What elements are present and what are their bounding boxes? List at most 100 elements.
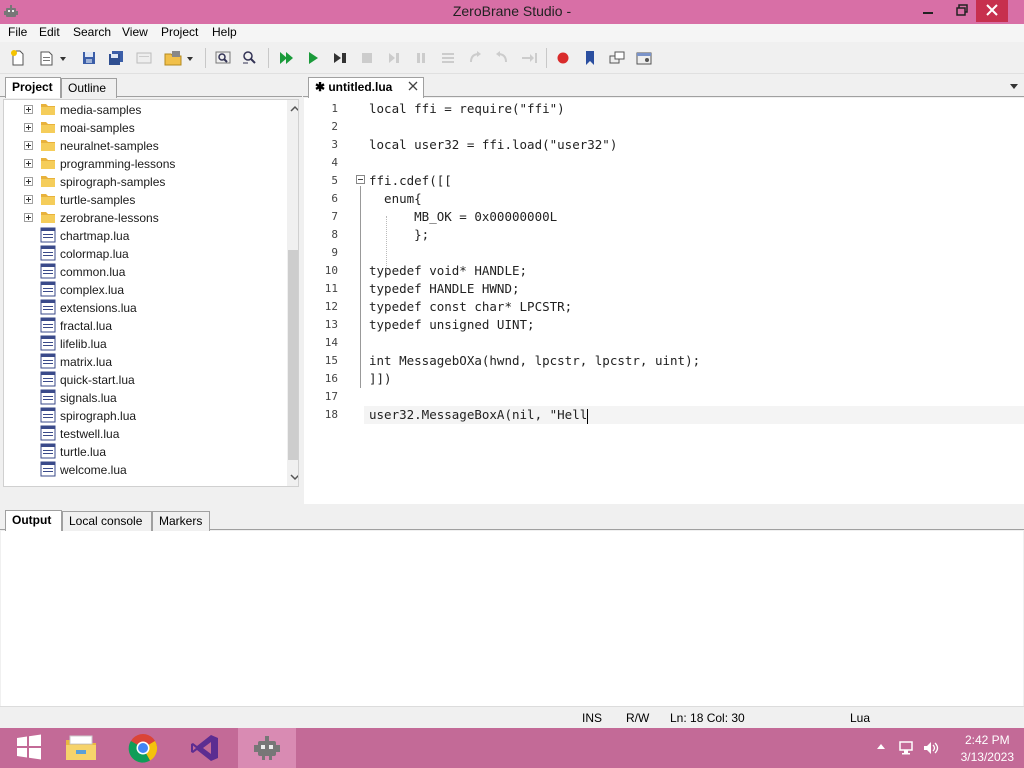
taskbar-chrome[interactable] <box>114 728 172 768</box>
tree-file-item[interactable]: fractal.lua <box>4 317 284 335</box>
project-tree[interactable]: media-samples moai-samples neuralnet-sampl… <box>3 99 299 487</box>
tree-file-item[interactable]: spirograph.lua <box>4 407 284 425</box>
menu-edit[interactable]: Edit <box>39 25 60 39</box>
tab-untitled-lua[interactable]: ✱ untitled.lua <box>308 77 424 98</box>
tree-folder-item[interactable]: turtle-samples <box>4 191 284 209</box>
close-button[interactable] <box>976 0 1008 22</box>
break-button[interactable] <box>492 48 512 68</box>
network-icon[interactable] <box>898 740 916 756</box>
expand-icon[interactable] <box>24 195 33 204</box>
toggle-bookmark-button[interactable] <box>580 48 600 68</box>
watch-window-button[interactable] <box>634 48 654 68</box>
tab-project[interactable]: Project <box>5 77 61 98</box>
tree-file-item[interactable]: colormap.lua <box>4 245 284 263</box>
tree-item-label: extensions.lua <box>60 301 137 315</box>
tree-file-item[interactable]: common.lua <box>4 263 284 281</box>
tree-file-item[interactable]: lifelib.lua <box>4 335 284 353</box>
vertical-scrollbar[interactable] <box>287 100 299 486</box>
output-area[interactable] <box>1 531 1023 706</box>
code-editor[interactable]: 1 local ffi = require("ffi") 2 3 local user3… <box>304 98 1024 504</box>
scroll-down-icon[interactable] <box>287 470 299 484</box>
tree-item-label: media-samples <box>60 103 142 117</box>
tree-folder-item[interactable]: neuralnet-samples <box>4 137 284 155</box>
new-file-button[interactable] <box>8 48 28 68</box>
scroll-left-icon[interactable] <box>6 486 20 487</box>
menu-project[interactable]: Project <box>161 25 198 39</box>
tab-output[interactable]: Output <box>5 510 62 531</box>
stack-window-button[interactable] <box>607 48 627 68</box>
expand-icon[interactable] <box>24 141 33 150</box>
expand-icon[interactable] <box>24 177 33 186</box>
tree-file-item[interactable]: extensions.lua <box>4 299 284 317</box>
taskbar-file-explorer[interactable] <box>52 728 110 768</box>
tree-item-label: signals.lua <box>60 391 117 405</box>
menu-help[interactable]: Help <box>212 25 237 39</box>
step-out-button[interactable] <box>465 48 485 68</box>
step-into-button[interactable] <box>384 48 404 68</box>
tree-folder-item[interactable]: media-samples <box>4 101 284 119</box>
scroll-right-icon[interactable] <box>268 486 282 487</box>
toggle-breakpoint-button[interactable] <box>553 48 573 68</box>
open-file-button[interactable] <box>37 48 57 68</box>
menu-search[interactable]: Search <box>73 25 111 39</box>
taskbar-visual-studio[interactable] <box>176 728 234 768</box>
tree-file-item[interactable]: signals.lua <box>4 389 284 407</box>
tree-folder-item[interactable]: moai-samples <box>4 119 284 137</box>
project-directory-icon <box>136 52 152 64</box>
menu-file[interactable]: File <box>8 25 27 39</box>
scrollbar-thumb[interactable] <box>288 250 298 460</box>
tree-folder-item[interactable]: spirograph-samples <box>4 173 284 191</box>
file-explorer-icon <box>66 735 96 760</box>
step-over-button[interactable] <box>438 48 458 68</box>
tab-markers[interactable]: Markers <box>152 511 210 531</box>
find-in-files-button[interactable] <box>163 48 183 68</box>
tree-file-item[interactable]: turtle.lua <box>4 443 284 461</box>
tree-item-label: quick-start.lua <box>60 373 135 387</box>
scroll-up-icon[interactable] <box>287 102 299 116</box>
tab-dropdown-icon[interactable] <box>1010 84 1018 89</box>
show-hidden-icons-icon[interactable] <box>876 740 886 754</box>
restore-button[interactable] <box>946 0 978 22</box>
close-icon[interactable] <box>408 81 418 91</box>
tree-item-label: chartmap.lua <box>60 229 130 243</box>
run-button[interactable] <box>303 48 323 68</box>
code-line: typedef unsigned UINT; <box>369 317 535 332</box>
project-directory-button[interactable] <box>134 48 154 68</box>
run-to-cursor-button[interactable] <box>330 48 350 68</box>
find-button[interactable] <box>213 48 233 68</box>
expand-icon[interactable] <box>24 123 33 132</box>
save-button[interactable] <box>79 48 99 68</box>
tree-file-item[interactable]: quick-start.lua <box>4 371 284 389</box>
open-dropdown-button[interactable] <box>58 48 68 68</box>
tab-local-console[interactable]: Local console <box>62 511 152 531</box>
expand-icon[interactable] <box>24 159 33 168</box>
start-debug-button[interactable] <box>276 48 296 68</box>
tab-outline[interactable]: Outline <box>61 78 117 98</box>
volume-icon[interactable] <box>922 740 940 756</box>
tree-file-item[interactable]: testwell.lua <box>4 425 284 443</box>
fold-toggle-icon[interactable] <box>356 175 365 184</box>
stop-button[interactable] <box>357 48 377 68</box>
tree-folder-item[interactable]: zerobrane-lessons <box>4 209 284 227</box>
system-clock[interactable]: 2:42 PM 3/13/2023 <box>961 732 1014 766</box>
find-dropdown-button[interactable] <box>185 48 195 68</box>
fold-line <box>360 186 361 388</box>
save-all-button[interactable] <box>106 48 126 68</box>
expand-icon[interactable] <box>24 213 33 222</box>
start-button[interactable] <box>0 728 58 768</box>
horizontal-scrollbar[interactable] <box>4 486 287 487</box>
expand-icon[interactable] <box>24 105 33 114</box>
tree-item-label: turtle.lua <box>60 445 107 459</box>
tree-folder-item[interactable]: programming-lessons <box>4 155 284 173</box>
line-number: 5 <box>331 174 338 187</box>
tree-file-item[interactable]: matrix.lua <box>4 353 284 371</box>
tree-file-item[interactable]: chartmap.lua <box>4 227 284 245</box>
minimize-button[interactable] <box>912 0 944 22</box>
menu-view[interactable]: View <box>122 25 148 39</box>
run-to-end-button[interactable] <box>519 48 539 68</box>
pause-button[interactable] <box>411 48 431 68</box>
tree-file-item[interactable]: complex.lua <box>4 281 284 299</box>
taskbar-zerobrane[interactable] <box>238 728 296 768</box>
replace-button[interactable] <box>240 48 260 68</box>
tree-file-item[interactable]: welcome.lua <box>4 461 284 479</box>
